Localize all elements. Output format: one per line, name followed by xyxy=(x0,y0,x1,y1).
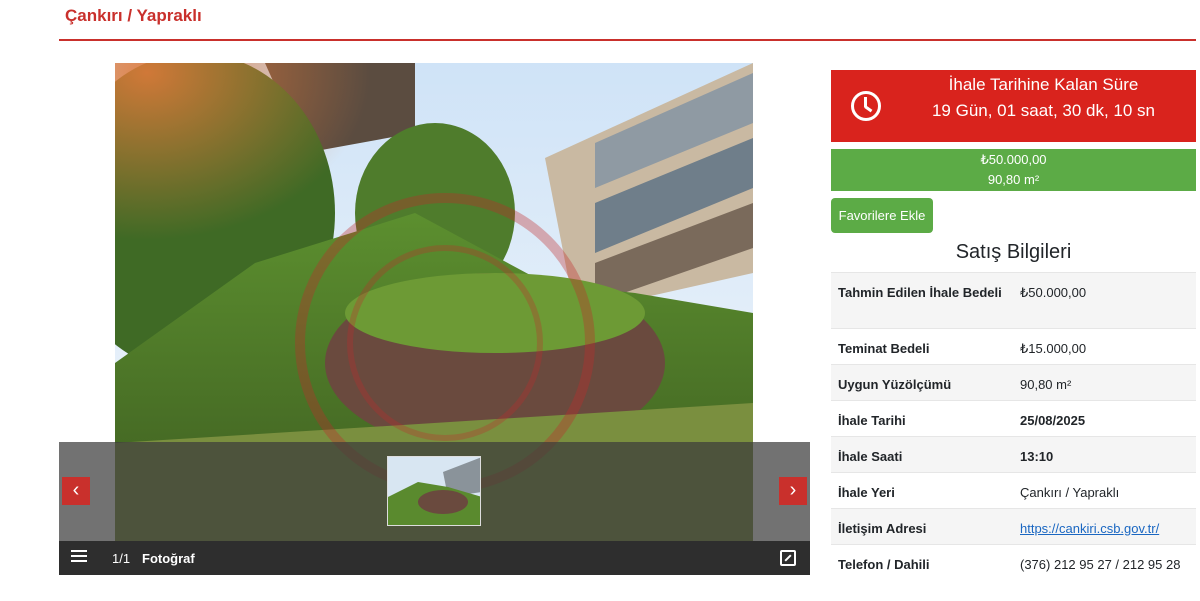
row-label: Teminat Bedeli xyxy=(838,341,930,356)
table-row: İhale Saati 13:10 xyxy=(831,436,1196,472)
row-value: https://cankiri.csb.gov.tr/ xyxy=(1020,518,1190,539)
previous-photo-button[interactable]: ‹ xyxy=(62,477,90,505)
sale-info-title: Satış Bilgileri xyxy=(955,241,1072,263)
countdown-title: İhale Tarihine Kalan Süre xyxy=(948,75,1139,94)
row-value: ₺50.000,00 xyxy=(1020,285,1087,300)
table-row: Telefon / Dahili (376) 212 95 27 / 212 9… xyxy=(831,544,1196,600)
row-label: İhale Yeri xyxy=(838,485,895,500)
row-label: İhale Tarihi xyxy=(838,413,906,428)
contact-link[interactable]: https://cankiri.csb.gov.tr/ xyxy=(1020,521,1159,536)
table-row: İletişim Adresi https://cankiri.csb.gov.… xyxy=(831,508,1196,544)
page-title: Çankırı / Yapraklı xyxy=(65,6,202,25)
sale-info-table: Tahmin Edilen İhale Bedeli ₺50.000,00 Te… xyxy=(831,272,1196,600)
row-value: ₺15.000,00 xyxy=(1020,341,1087,356)
row-value: 13:10 xyxy=(1020,449,1054,464)
row-label: İhale Saati xyxy=(838,449,903,464)
list-icon[interactable] xyxy=(71,550,87,564)
add-favorite-button[interactable]: Favorilere Ekle xyxy=(831,198,933,233)
photo-gallery: ‹ › 1/1 Fotoğraf xyxy=(59,63,810,575)
gallery-toolbar: 1/1 Fotoğraf xyxy=(59,541,810,575)
price-amount: ₺50.000,00 xyxy=(980,152,1047,167)
fullscreen-icon[interactable] xyxy=(780,550,796,566)
row-label: İletişim Adresi xyxy=(838,521,927,536)
thumbnail-image[interactable] xyxy=(387,456,481,526)
photo-caption: Fotoğraf xyxy=(142,551,195,566)
row-label: Uygun Yüzölçümü xyxy=(838,377,952,392)
price-area: 90,80 m² xyxy=(987,172,1040,187)
header-divider xyxy=(59,39,1196,41)
table-row: Uygun Yüzölçümü 90,80 m² xyxy=(831,364,1196,400)
row-value: 25/08/2025 xyxy=(1020,413,1086,428)
clock-icon xyxy=(851,91,881,121)
table-row: Teminat Bedeli ₺15.000,00 xyxy=(831,328,1196,364)
table-row: İhale Tarihi 25/08/2025 xyxy=(831,400,1196,436)
table-row: Tahmin Edilen İhale Bedeli ₺50.000,00 xyxy=(831,272,1196,328)
next-photo-button[interactable]: › xyxy=(779,477,807,505)
price-summary: ₺50.000,00 90,80 m² xyxy=(831,149,1196,191)
thumbnail-strip xyxy=(59,442,810,541)
row-label: Telefon / Dahili xyxy=(838,557,930,572)
row-value: Çankırı / Yapraklı xyxy=(1020,485,1120,500)
row-value: (376) 212 95 27 / 212 95 28 xyxy=(1020,557,1181,572)
photo-counter: 1/1 xyxy=(112,551,131,566)
auction-countdown: İhale Tarihine Kalan Süre 19 Gün, 01 saa… xyxy=(831,70,1196,142)
row-label: Tahmin Edilen İhale Bedeli xyxy=(838,285,1002,300)
row-value: 90,80 m² xyxy=(1020,377,1072,392)
table-row: İhale Yeri Çankırı / Yapraklı xyxy=(831,472,1196,508)
countdown-value: 19 Gün, 01 saat, 30 dk, 10 sn xyxy=(931,101,1156,120)
